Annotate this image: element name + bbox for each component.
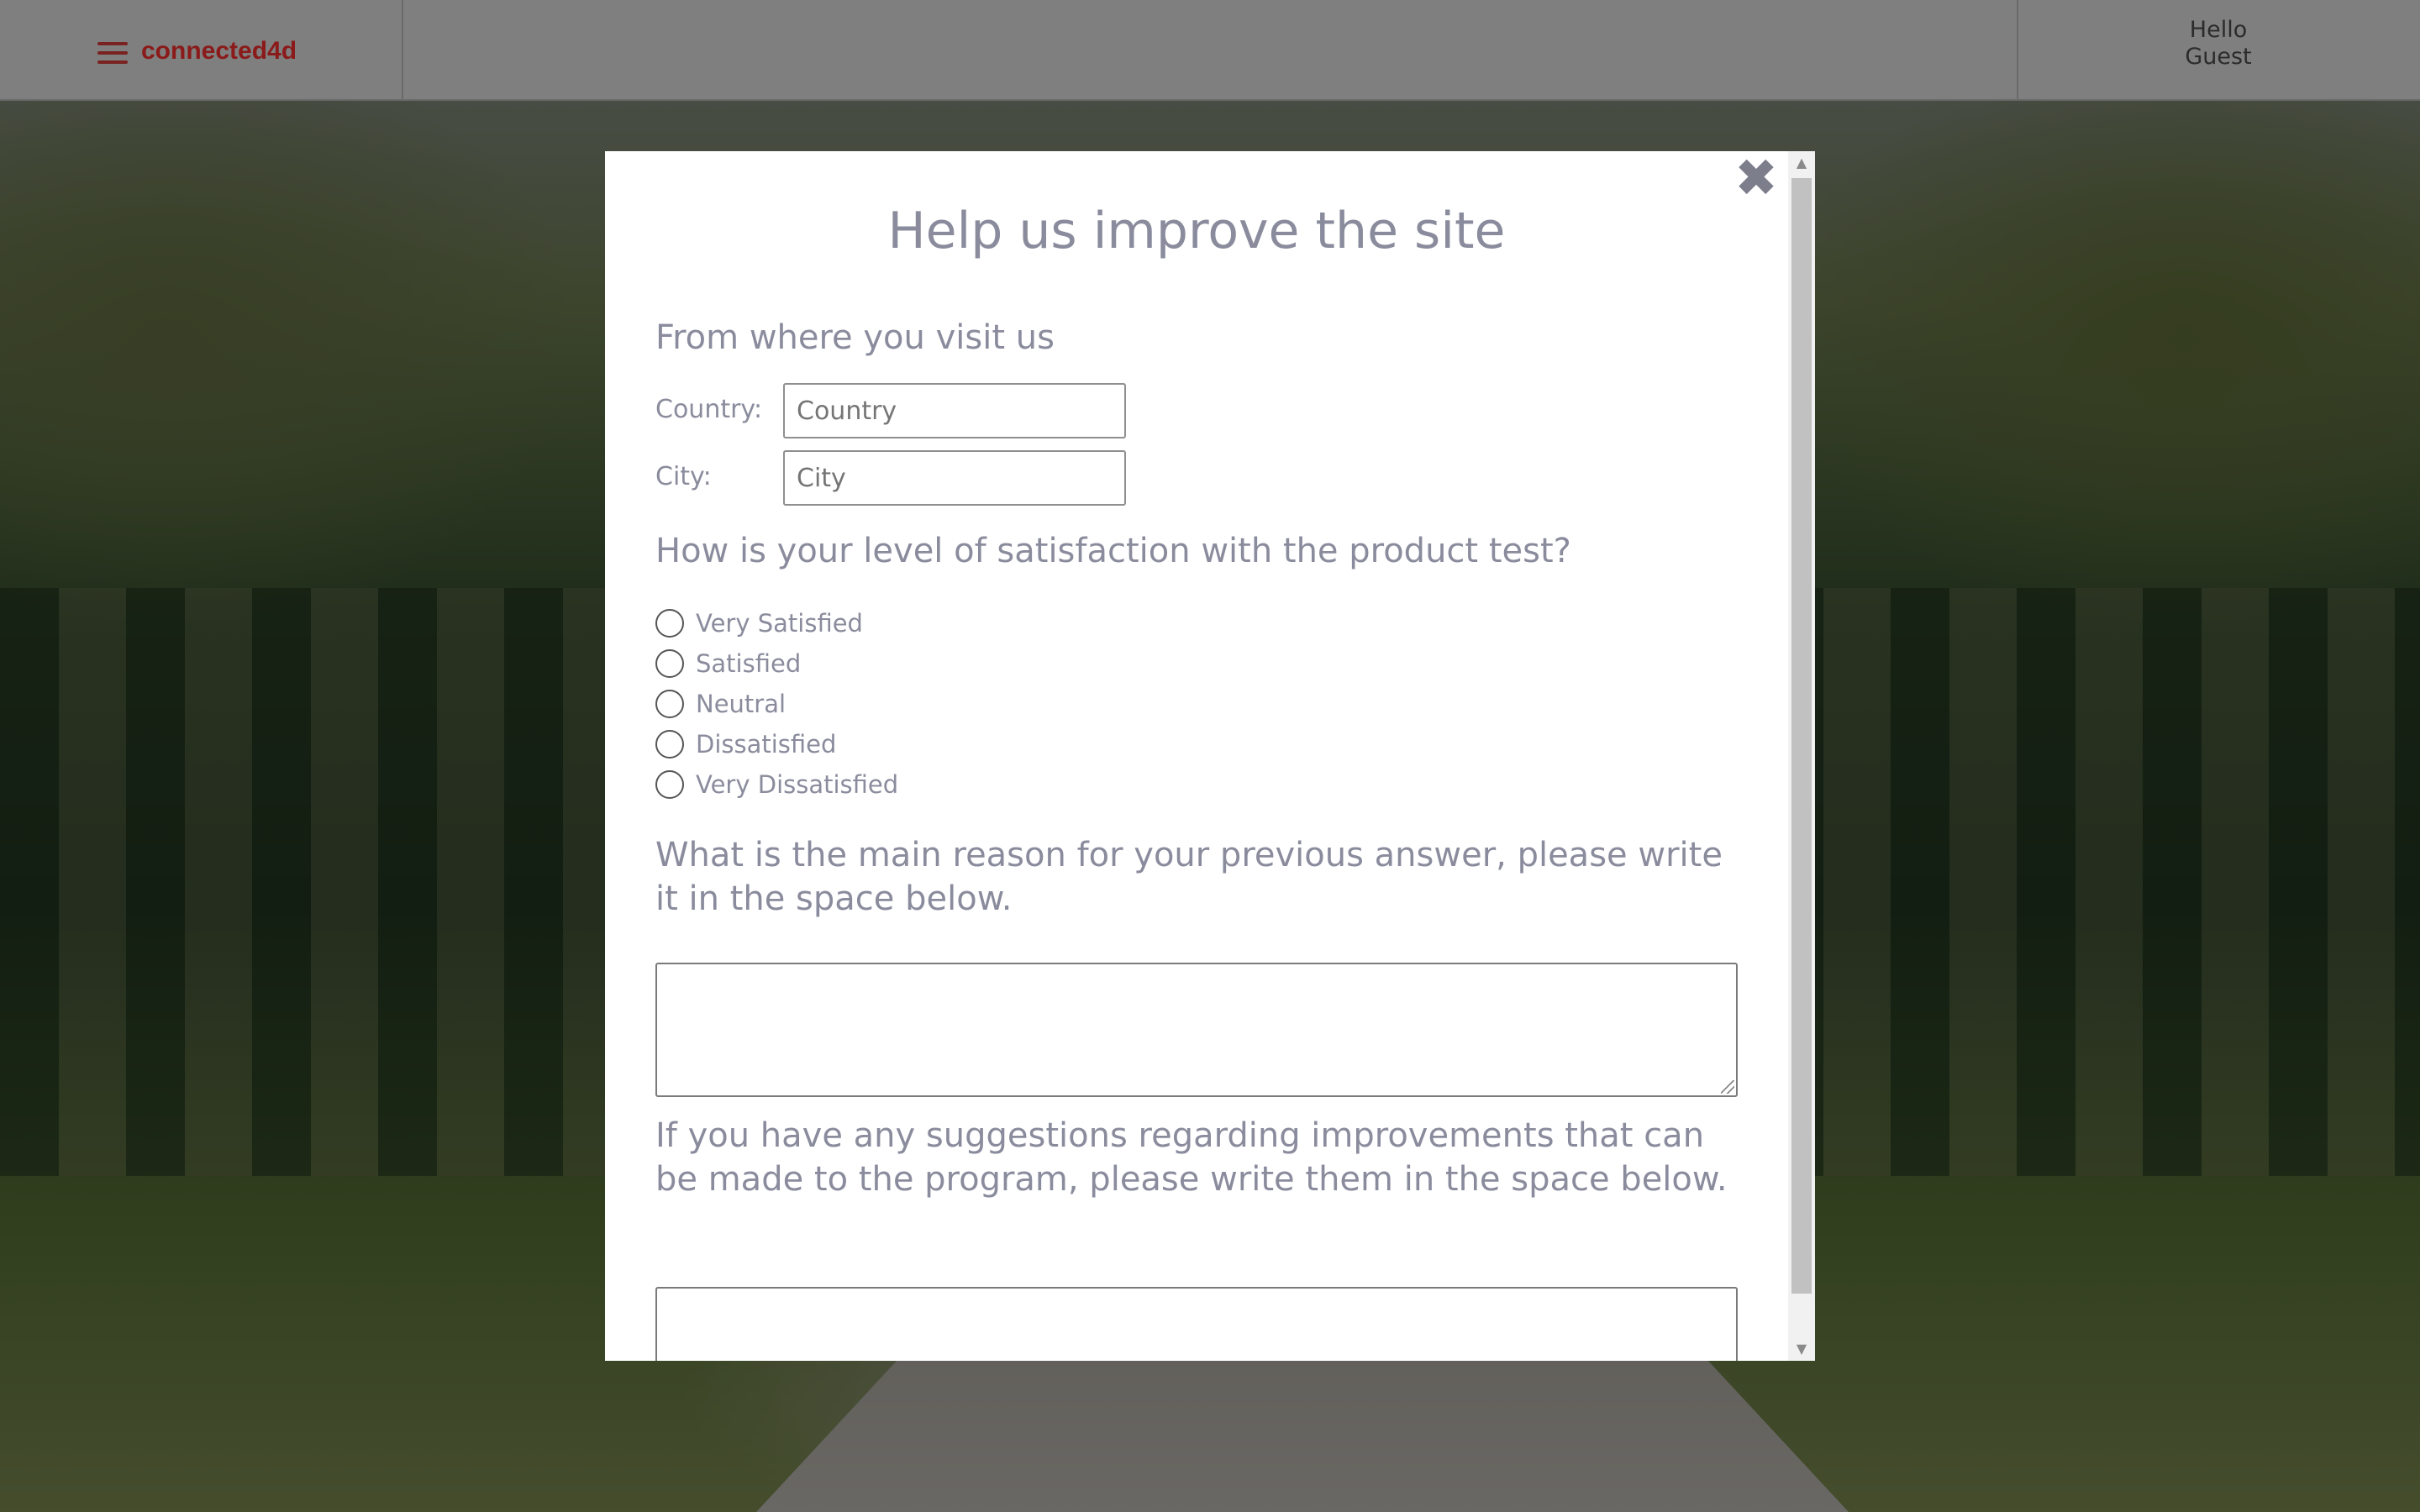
radio-button[interactable]: [655, 730, 684, 759]
scroll-down-arrow-icon[interactable]: ▼: [1788, 1337, 1815, 1361]
radio-button[interactable]: [655, 649, 684, 678]
survey-modal: ✖ Help us improve the site From where yo…: [605, 151, 1815, 1361]
suggestions-question: If you have any suggestions regarding im…: [655, 1116, 1728, 1199]
radio-option-very-dissatisfied[interactable]: Very Dissatisfied: [655, 768, 898, 801]
radio-button[interactable]: [655, 609, 684, 638]
radio-label: Satisfied: [696, 649, 802, 678]
satisfaction-question: How is your level of satisfaction with t…: [655, 532, 1571, 570]
country-input[interactable]: [783, 383, 1126, 438]
city-label: City:: [655, 462, 712, 491]
reason-textarea[interactable]: [655, 963, 1738, 1097]
radio-button[interactable]: [655, 770, 684, 799]
hamburger-menu-icon[interactable]: [97, 42, 128, 64]
radio-button[interactable]: [655, 690, 684, 718]
user-greeting[interactable]: Hello Guest: [2018, 17, 2418, 71]
radio-option-neutral[interactable]: Neutral: [655, 687, 786, 721]
radio-label: Neutral: [696, 690, 786, 718]
header-divider: [402, 0, 403, 101]
radio-option-satisfied[interactable]: Satisfied: [655, 647, 801, 680]
radio-label: Dissatisfied: [696, 730, 837, 759]
radio-label: Very Satisfied: [696, 609, 863, 638]
site-logo[interactable]: connected4d: [141, 37, 297, 66]
radio-option-very-satisfied[interactable]: Very Satisfied: [655, 606, 863, 640]
modal-scrollbar[interactable]: ▲ ▼: [1788, 151, 1815, 1361]
city-input[interactable]: [783, 450, 1126, 506]
scroll-up-arrow-icon[interactable]: ▲: [1788, 151, 1815, 175]
radio-option-dissatisfied[interactable]: Dissatisfied: [655, 727, 836, 761]
scrollbar-thumb[interactable]: [1791, 178, 1812, 1294]
greeting-username: Guest: [2185, 44, 2252, 70]
country-label: Country:: [655, 395, 763, 424]
location-section-heading: From where you visit us: [655, 318, 1055, 357]
resize-handle-icon[interactable]: [1721, 1080, 1734, 1094]
greeting-hello: Hello: [2189, 17, 2248, 43]
top-header: connected4d Hello Guest: [0, 0, 2420, 101]
modal-title: Help us improve the site: [887, 202, 1506, 260]
radio-label: Very Dissatisfied: [696, 770, 899, 799]
reason-question: What is the main reason for your previou…: [655, 836, 1723, 918]
close-icon[interactable]: ✖: [1733, 152, 1780, 204]
suggestions-textarea[interactable]: [655, 1287, 1738, 1361]
